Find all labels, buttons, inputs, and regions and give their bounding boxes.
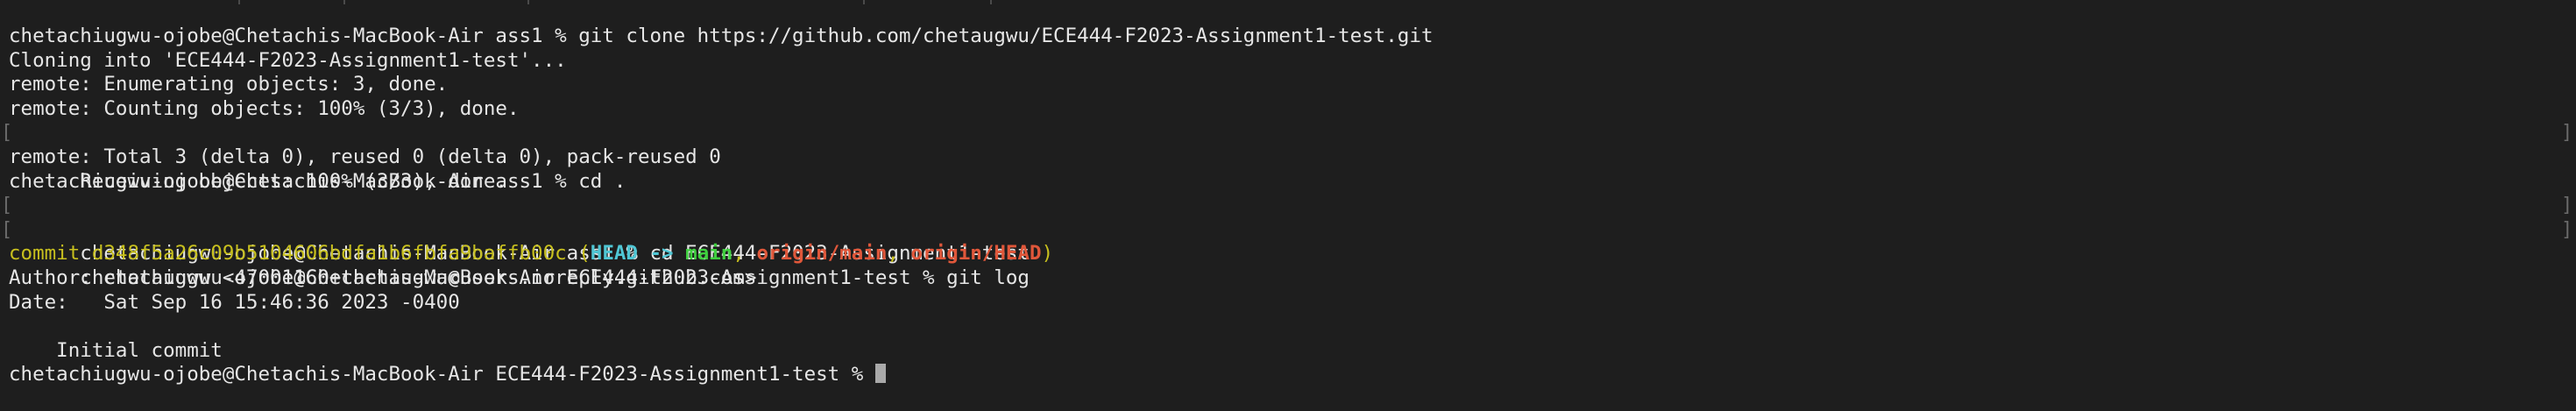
commit-open-paren: (: [566, 242, 591, 266]
line-mark-right: ]: [2561, 218, 2573, 241]
commit-branch: main: [685, 242, 733, 266]
sliver-mark: [527, 0, 529, 4]
line-mark-left: [: [1, 195, 13, 217]
prompt-text: chetachiugwu-ojobe@Chetachis-MacBook-Air…: [9, 363, 875, 386]
terminal-line: remote: Enumerating objects: 3, done.: [9, 73, 449, 96]
commit-line: commit d348f5a26c09b5104606bdfa1b6fbfa9b…: [9, 242, 2576, 266]
line-mark-left: [: [1, 122, 13, 145]
commit-head: HEAD ->: [590, 242, 686, 266]
terminal-output: chetachiugwu-ojobe@Chetachis-MacBook-Air…: [1, 25, 2576, 387]
prompt-line[interactable]: chetachiugwu-ojobe@Chetachis-MacBook-Air…: [9, 363, 2576, 387]
sliver-mark: [343, 0, 345, 4]
commit-origin-main: origin/main: [756, 242, 888, 266]
commit-sep: ,: [732, 242, 757, 266]
line-mark-right: ]: [2561, 195, 2573, 217]
commit-origin-head: origin/HEAD: [910, 242, 1042, 266]
date-line: Date: Sat Sep 16 15:46:36 2023 -0400: [9, 290, 460, 314]
sliver-mark: [990, 0, 992, 4]
author-line: Author: chetaugwu <47001160+chetaugwu@us…: [9, 266, 757, 289]
commit-message-line: Initial commit: [9, 338, 223, 362]
terminal-line: chetachiugwu-ojobe@Chetachis-MacBook-Air…: [9, 25, 1433, 47]
terminal-line: remote: Total 3 (delta 0), reused 0 (del…: [9, 145, 721, 168]
sliver-mark: [863, 0, 865, 4]
commit-prefix: commit: [9, 242, 92, 266]
terminal-line: chetachiugwu-ojobe@Chetachis-MacBook-Air…: [9, 169, 626, 193]
terminal-line-marked: [ chetachiugwu-ojobe@Chetachis-MacBook-A…: [1, 194, 2576, 266]
text-cursor: [874, 364, 886, 384]
commit-hash: d348f5a26c09b5104606bdfa1b6fbfa9baffb00c: [91, 242, 567, 266]
commit-close-paren: ): [1041, 242, 1054, 266]
terminal-line: remote: Counting objects: 100% (3/3), do…: [9, 96, 520, 120]
terminal-line-marked: [ Receiving objects: 100% (3/3), done. ]: [1, 121, 2576, 193]
line-mark-left: [: [1, 218, 13, 241]
sliver-mark: [238, 0, 240, 4]
terminal-line-marked: [ chetachiugwu-ojobe@Chetachis-MacBook-A…: [1, 218, 2576, 289]
terminal-window[interactable]: chetachiugwu-ojobe@Chetachis-MacBook-Air…: [0, 0, 2576, 411]
commit-sep: ,: [887, 242, 911, 266]
line-mark-right: ]: [2561, 122, 2573, 145]
terminal-line: Cloning into 'ECE444-F2023-Assignment1-t…: [9, 48, 567, 72]
previous-output-sliver: [0, 0, 2576, 5]
